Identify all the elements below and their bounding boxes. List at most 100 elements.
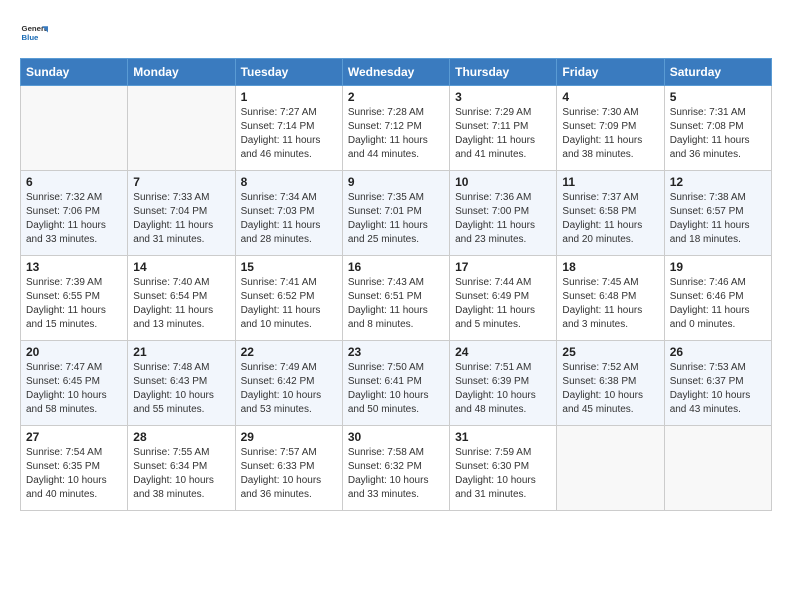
day-info: Sunrise: 7:47 AMSunset: 6:45 PMDaylight:… xyxy=(26,361,122,417)
calendar-cell xyxy=(128,86,235,171)
day-info: Sunrise: 7:43 AMSunset: 6:51 PMDaylight:… xyxy=(348,276,444,332)
calendar-week-5: 27Sunrise: 7:54 AMSunset: 6:35 PMDayligh… xyxy=(21,426,772,511)
day-info: Sunrise: 7:37 AMSunset: 6:58 PMDaylight:… xyxy=(562,191,658,247)
calendar-cell: 8Sunrise: 7:34 AMSunset: 7:03 PMDaylight… xyxy=(235,171,342,256)
col-friday: Friday xyxy=(557,59,664,86)
page-header: General Blue xyxy=(20,20,772,48)
day-info: Sunrise: 7:51 AMSunset: 6:39 PMDaylight:… xyxy=(455,361,551,417)
calendar-cell: 15 Sunrise: 7:41 AMSunset: 6:52 PMDayligh… xyxy=(235,256,342,341)
day-number: 20 xyxy=(26,345,122,359)
day-info: Sunrise: 7:29 AMSunset: 7:11 PMDaylight:… xyxy=(455,106,551,162)
calendar-cell: 2Sunrise: 7:28 AMSunset: 7:12 PMDaylight… xyxy=(342,86,449,171)
day-info: Sunrise: 7:46 AMSunset: 6:46 PMDaylight:… xyxy=(670,276,766,332)
day-number: 9 xyxy=(348,175,444,189)
calendar-cell: 31 Sunrise: 7:59 AMSunset: 6:30 PMDayligh… xyxy=(450,426,557,511)
day-info: Sunrise: 7:30 AMSunset: 7:09 PMDaylight:… xyxy=(562,106,658,162)
calendar-cell: 7Sunrise: 7:33 AMSunset: 7:04 PMDaylight… xyxy=(128,171,235,256)
day-info: Sunrise: 7:58 AMSunset: 6:32 PMDaylight:… xyxy=(348,446,444,502)
day-number: 6 xyxy=(26,175,122,189)
day-number: 15 xyxy=(241,260,337,274)
calendar-cell xyxy=(557,426,664,511)
svg-text:Blue: Blue xyxy=(22,33,40,42)
day-info: Sunrise: 7:32 AMSunset: 7:06 PMDaylight:… xyxy=(26,191,122,247)
calendar-week-1: 1Sunrise: 7:27 AMSunset: 7:14 PMDaylight… xyxy=(21,86,772,171)
day-number: 26 xyxy=(670,345,766,359)
day-info: Sunrise: 7:52 AMSunset: 6:38 PMDaylight:… xyxy=(562,361,658,417)
col-saturday: Saturday xyxy=(664,59,771,86)
day-number: 3 xyxy=(455,90,551,104)
day-info: Sunrise: 7:49 AMSunset: 6:42 PMDaylight:… xyxy=(241,361,337,417)
day-info: Sunrise: 7:31 AMSunset: 7:08 PMDaylight:… xyxy=(670,106,766,162)
day-number: 1 xyxy=(241,90,337,104)
calendar-cell: 5 Sunrise: 7:31 AMSunset: 7:08 PMDaylight… xyxy=(664,86,771,171)
calendar-cell xyxy=(664,426,771,511)
day-info: Sunrise: 7:35 AMSunset: 7:01 PMDaylight:… xyxy=(348,191,444,247)
day-info: Sunrise: 7:41 AMSunset: 6:52 PMDaylight:… xyxy=(241,276,337,332)
day-number: 29 xyxy=(241,430,337,444)
day-info: Sunrise: 7:55 AMSunset: 6:34 PMDaylight:… xyxy=(133,446,229,502)
day-number: 8 xyxy=(241,175,337,189)
logo: General Blue xyxy=(20,20,48,48)
day-number: 10 xyxy=(455,175,551,189)
calendar-cell: 22 Sunrise: 7:49 AMSunset: 6:42 PMDayligh… xyxy=(235,341,342,426)
calendar-table: Sunday Monday Tuesday Wednesday Thursday… xyxy=(20,58,772,511)
col-thursday: Thursday xyxy=(450,59,557,86)
calendar-week-4: 20 Sunrise: 7:47 AMSunset: 6:45 PMDayligh… xyxy=(21,341,772,426)
day-number: 27 xyxy=(26,430,122,444)
day-number: 30 xyxy=(348,430,444,444)
day-number: 17 xyxy=(455,260,551,274)
day-info: Sunrise: 7:39 AMSunset: 6:55 PMDaylight:… xyxy=(26,276,122,332)
calendar-cell: 6 Sunrise: 7:32 AMSunset: 7:06 PMDaylight… xyxy=(21,171,128,256)
day-number: 16 xyxy=(348,260,444,274)
calendar-cell: 27Sunrise: 7:54 AMSunset: 6:35 PMDayligh… xyxy=(21,426,128,511)
day-number: 31 xyxy=(455,430,551,444)
day-number: 12 xyxy=(670,175,766,189)
calendar-cell: 14 Sunrise: 7:40 AMSunset: 6:54 PMDayligh… xyxy=(128,256,235,341)
calendar-cell: 16 Sunrise: 7:43 AMSunset: 6:51 PMDayligh… xyxy=(342,256,449,341)
calendar-week-2: 6 Sunrise: 7:32 AMSunset: 7:06 PMDaylight… xyxy=(21,171,772,256)
calendar-cell: 17Sunrise: 7:44 AMSunset: 6:49 PMDayligh… xyxy=(450,256,557,341)
day-info: Sunrise: 7:36 AMSunset: 7:00 PMDaylight:… xyxy=(455,191,551,247)
day-number: 19 xyxy=(670,260,766,274)
calendar-body: 1Sunrise: 7:27 AMSunset: 7:14 PMDaylight… xyxy=(21,86,772,511)
calendar-cell: 26 Sunrise: 7:53 AMSunset: 6:37 PMDayligh… xyxy=(664,341,771,426)
calendar-cell: 11 Sunrise: 7:37 AMSunset: 6:58 PMDayligh… xyxy=(557,171,664,256)
day-number: 21 xyxy=(133,345,229,359)
calendar-cell: 4 Sunrise: 7:30 AMSunset: 7:09 PMDaylight… xyxy=(557,86,664,171)
day-number: 22 xyxy=(241,345,337,359)
day-number: 14 xyxy=(133,260,229,274)
calendar-cell: 1Sunrise: 7:27 AMSunset: 7:14 PMDaylight… xyxy=(235,86,342,171)
day-info: Sunrise: 7:59 AMSunset: 6:30 PMDaylight:… xyxy=(455,446,551,502)
calendar-cell: 30 Sunrise: 7:58 AMSunset: 6:32 PMDayligh… xyxy=(342,426,449,511)
day-info: Sunrise: 7:40 AMSunset: 6:54 PMDaylight:… xyxy=(133,276,229,332)
day-number: 25 xyxy=(562,345,658,359)
col-monday: Monday xyxy=(128,59,235,86)
day-info: Sunrise: 7:45 AMSunset: 6:48 PMDaylight:… xyxy=(562,276,658,332)
day-info: Sunrise: 7:38 AMSunset: 6:57 PMDaylight:… xyxy=(670,191,766,247)
calendar-cell: 18 Sunrise: 7:45 AMSunset: 6:48 PMDayligh… xyxy=(557,256,664,341)
calendar-cell: 13Sunrise: 7:39 AMSunset: 6:55 PMDayligh… xyxy=(21,256,128,341)
calendar-cell: 9 Sunrise: 7:35 AMSunset: 7:01 PMDaylight… xyxy=(342,171,449,256)
calendar-header: Sunday Monday Tuesday Wednesday Thursday… xyxy=(21,59,772,86)
day-number: 5 xyxy=(670,90,766,104)
calendar-cell: 3 Sunrise: 7:29 AMSunset: 7:11 PMDaylight… xyxy=(450,86,557,171)
calendar-cell: 24 Sunrise: 7:51 AMSunset: 6:39 PMDayligh… xyxy=(450,341,557,426)
day-number: 18 xyxy=(562,260,658,274)
calendar-cell: 19 Sunrise: 7:46 AMSunset: 6:46 PMDayligh… xyxy=(664,256,771,341)
day-number: 23 xyxy=(348,345,444,359)
calendar-cell: 20 Sunrise: 7:47 AMSunset: 6:45 PMDayligh… xyxy=(21,341,128,426)
logo-icon: General Blue xyxy=(20,20,48,48)
day-number: 24 xyxy=(455,345,551,359)
day-number: 4 xyxy=(562,90,658,104)
day-number: 11 xyxy=(562,175,658,189)
col-tuesday: Tuesday xyxy=(235,59,342,86)
day-info: Sunrise: 7:48 AMSunset: 6:43 PMDaylight:… xyxy=(133,361,229,417)
calendar-cell: 12 Sunrise: 7:38 AMSunset: 6:57 PMDayligh… xyxy=(664,171,771,256)
calendar-cell: 25 Sunrise: 7:52 AMSunset: 6:38 PMDayligh… xyxy=(557,341,664,426)
calendar-cell: 28 Sunrise: 7:55 AMSunset: 6:34 PMDayligh… xyxy=(128,426,235,511)
day-info: Sunrise: 7:28 AMSunset: 7:12 PMDaylight:… xyxy=(348,106,444,162)
day-number: 28 xyxy=(133,430,229,444)
day-info: Sunrise: 7:53 AMSunset: 6:37 PMDaylight:… xyxy=(670,361,766,417)
calendar-cell: 29Sunrise: 7:57 AMSunset: 6:33 PMDayligh… xyxy=(235,426,342,511)
day-info: Sunrise: 7:50 AMSunset: 6:41 PMDaylight:… xyxy=(348,361,444,417)
